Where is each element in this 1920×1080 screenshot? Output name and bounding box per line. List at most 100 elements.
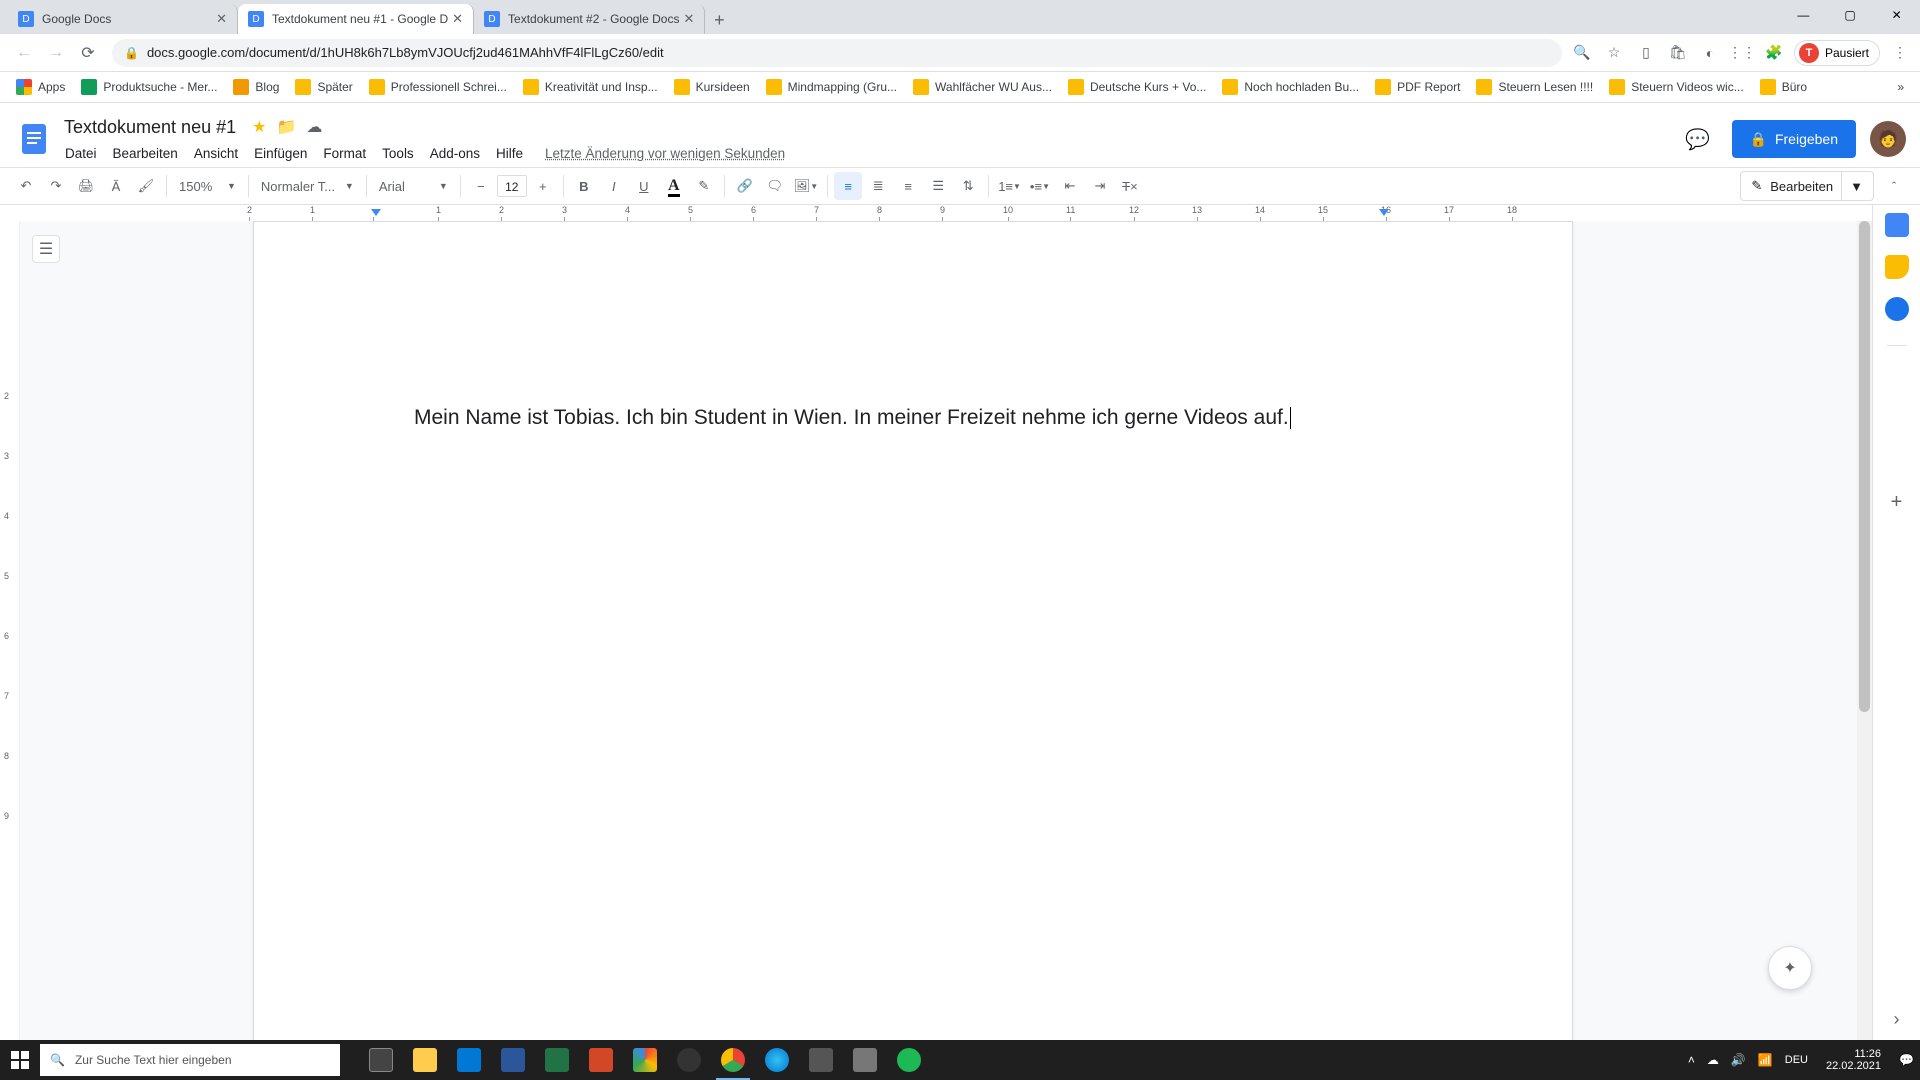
docs-home-button[interactable] [14,119,54,159]
bookmark-item[interactable]: Steuern Lesen !!!! [1468,73,1601,101]
start-button[interactable] [0,1040,40,1080]
bookmark-item[interactable]: Produktsuche - Mer... [73,73,225,101]
file-explorer-app[interactable] [404,1040,446,1080]
paint-format-button[interactable]: 🖌 [132,172,160,200]
taskbar-search[interactable]: 🔍 Zur Suche Text hier eingeben [40,1044,340,1076]
clear-formatting-button[interactable]: T× [1116,172,1144,200]
edge-app[interactable] [756,1040,798,1080]
italic-button[interactable]: I [600,172,628,200]
zoom-icon[interactable]: 🔍 [1570,41,1594,65]
share-button[interactable]: 🔒 Freigeben [1732,120,1856,158]
insert-link-button[interactable]: 🔗 [731,172,759,200]
menu-format[interactable]: Format [316,144,373,163]
numbered-list-button[interactable]: 1≡▼ [995,172,1024,200]
close-icon[interactable]: ✕ [216,11,227,27]
open-comments-button[interactable]: 💬 [1678,119,1718,159]
kebab-menu-icon[interactable]: ⋮ [1888,41,1912,65]
redo-button[interactable]: ↷ [42,172,70,200]
right-indent-marker[interactable] [1379,209,1389,216]
bulleted-list-button[interactable]: •≡▼ [1026,172,1054,200]
align-center-button[interactable]: ≣ [864,172,892,200]
hide-side-panel-button[interactable]: › [1894,1009,1900,1030]
apps-shortcut[interactable]: Apps [8,73,73,101]
wifi-icon[interactable]: 📶 [1758,1053,1773,1067]
horizontal-ruler[interactable]: 21123456789101112131415161718 [0,205,1920,221]
browser-tab-1[interactable]: D Textdokument neu #1 - Google D ✕ [238,4,474,34]
calendar-addon-icon[interactable] [1885,213,1909,237]
menu-ansicht[interactable]: Ansicht [187,144,245,163]
document-page[interactable]: Mein Name ist Tobias. Ich bin Student in… [253,221,1573,1040]
move-icon[interactable]: 📁 [276,117,296,137]
align-justify-button[interactable]: ☰ [924,172,952,200]
vertical-ruler[interactable]: 2 3 4 5 6 7 8 9 [0,221,20,1040]
keep-addon-icon[interactable] [1885,255,1909,279]
last-edit-link[interactable]: Letzte Änderung vor wenigen Sekunden [538,144,792,163]
volume-icon[interactable]: 🔊 [1731,1053,1746,1067]
underline-button[interactable]: U [630,172,658,200]
undo-button[interactable]: ↶ [12,172,40,200]
menu-tools[interactable]: Tools [375,144,421,163]
highlight-button[interactable]: ✎ [690,172,718,200]
left-indent-marker[interactable] [371,209,381,216]
excel-app[interactable] [536,1040,578,1080]
extensions-icon[interactable]: 🧩 [1762,41,1786,65]
close-icon[interactable]: ✕ [452,11,463,27]
menu-bearbeiten[interactable]: Bearbeiten [106,144,185,163]
decrease-font-button[interactable]: − [467,172,495,200]
bookmark-item[interactable]: Professionell Schrei... [361,73,515,101]
profile-chip[interactable]: T Pausiert [1794,40,1880,66]
bookmark-item[interactable]: PDF Report [1367,73,1468,101]
bookmarks-overflow[interactable]: » [1889,73,1912,101]
maximize-button[interactable]: ▢ [1827,0,1874,30]
ext-icon[interactable]: ◐ [1698,41,1722,65]
bookmark-item[interactable]: Noch hochladen Bu... [1214,73,1367,101]
bookmark-item[interactable]: Mindmapping (Gru... [758,73,905,101]
browser-app[interactable] [624,1040,666,1080]
document-body[interactable]: Mein Name ist Tobias. Ich bin Student in… [414,402,1412,435]
reload-button[interactable]: ⟳ [74,39,102,67]
explore-button[interactable]: ✦ [1768,946,1812,990]
ext-icon[interactable]: ⋮⋮ [1730,41,1754,65]
close-icon[interactable]: ✕ [683,11,694,27]
star-icon[interactable]: ★ [252,117,266,137]
decrease-indent-button[interactable]: ⇤ [1056,172,1084,200]
document-title-input[interactable]: Textdokument neu #1 [58,115,242,140]
word-app[interactable] [492,1040,534,1080]
obs-app[interactable] [668,1040,710,1080]
forward-button[interactable]: → [42,39,70,67]
increase-indent-button[interactable]: ⇥ [1086,172,1114,200]
spotify-app[interactable] [888,1040,930,1080]
browser-tab-2[interactable]: D Textdokument #2 - Google Docs ✕ [474,4,705,34]
align-right-button[interactable]: ≡ [894,172,922,200]
bookmark-item[interactable]: Später [287,73,360,101]
mail-app[interactable] [448,1040,490,1080]
notifications-icon[interactable]: 💬 [1899,1053,1914,1067]
line-spacing-button[interactable]: ⇅ [954,172,982,200]
bookmark-item[interactable]: Wahlfächer WU Aus... [905,73,1060,101]
star-icon[interactable]: ☆ [1602,41,1626,65]
align-left-button[interactable]: ≡ [834,172,862,200]
get-addons-button[interactable]: + [1891,491,1903,514]
menu-einfuegen[interactable]: Einfügen [247,144,314,163]
reader-icon[interactable]: ▯ [1634,41,1658,65]
bookmark-item[interactable]: Kreativität und Insp... [515,73,666,101]
zoom-select[interactable]: 150%▼ [173,173,242,199]
text-color-button[interactable]: A [660,172,688,200]
new-tab-button[interactable]: + [705,6,733,34]
browser-tab-0[interactable]: D Google Docs ✕ [8,4,238,34]
font-size-input[interactable]: 12 [497,175,527,197]
tasks-addon-icon[interactable] [1885,297,1909,321]
onedrive-icon[interactable]: ☁ [1707,1053,1719,1067]
app-icon[interactable] [844,1040,886,1080]
shopping-ext-icon[interactable]: 🛍 [1666,41,1690,65]
insert-image-button[interactable]: 🖼▼ [791,172,821,200]
bookmark-item[interactable]: Steuern Videos wic... [1601,73,1752,101]
back-button[interactable]: ← [10,39,38,67]
scrollbar-thumb[interactable] [1859,221,1870,712]
collapse-toolbar-button[interactable]: ˆ [1880,172,1908,200]
powerpoint-app[interactable] [580,1040,622,1080]
bookmark-item[interactable]: Kursideen [666,73,758,101]
close-window-button[interactable]: ✕ [1873,0,1920,30]
menu-hilfe[interactable]: Hilfe [489,144,530,163]
minimize-button[interactable]: — [1780,0,1827,30]
